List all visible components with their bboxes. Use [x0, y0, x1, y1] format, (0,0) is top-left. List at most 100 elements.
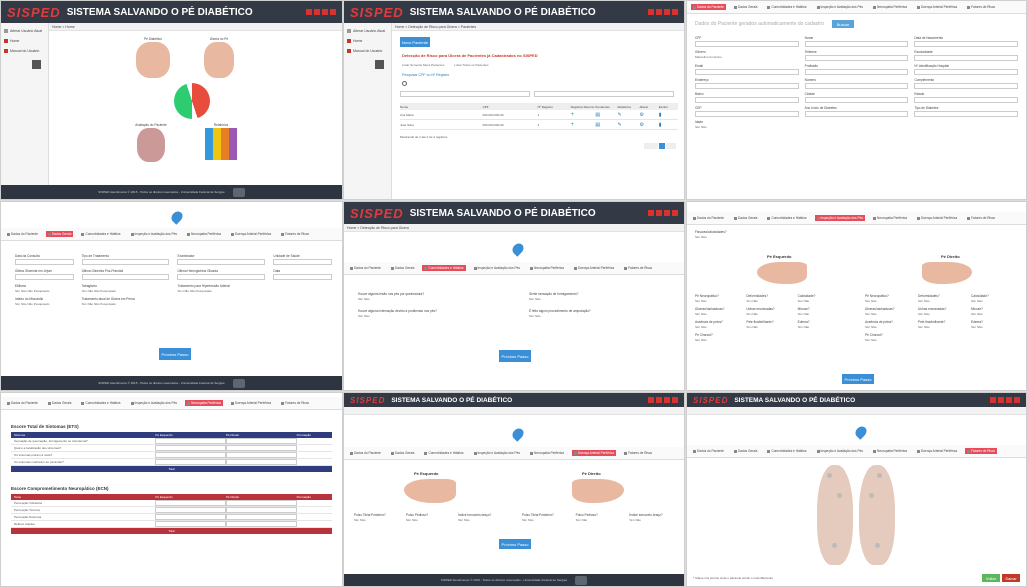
radio-no[interactable]: Não — [701, 235, 707, 239]
radio-yes[interactable]: Sim — [798, 312, 803, 316]
col-header[interactable]: Nome — [400, 105, 483, 109]
radio-no[interactable]: Não — [528, 518, 534, 522]
header-buttons[interactable] — [306, 9, 336, 15]
header-buttons[interactable] — [648, 397, 678, 403]
tab-patient[interactable]: Dados do Paciente — [5, 400, 40, 406]
radio-yes[interactable]: Sim — [798, 325, 803, 329]
radio-no[interactable]: Não — [924, 325, 930, 329]
radio-no[interactable]: Não — [977, 312, 983, 316]
radio-yes[interactable]: Sim — [865, 299, 870, 303]
plus-icon[interactable]: + — [571, 122, 596, 128]
next-step-button[interactable]: Próximo Passo — [499, 350, 531, 362]
left-score-select[interactable] — [155, 459, 226, 465]
complement-field[interactable] — [914, 83, 1018, 89]
radio-no[interactable]: Não — [464, 518, 470, 522]
cpf-field[interactable] — [695, 41, 799, 47]
left-score-select[interactable] — [155, 514, 226, 520]
sidebar-item-change-user[interactable]: Alterar Usuário Atual — [347, 27, 388, 34]
new-patient-button[interactable]: Novo Paciente — [400, 37, 430, 47]
header-buttons[interactable] — [648, 9, 678, 15]
home-card-avaliacao[interactable]: Avaliação do Paciente — [129, 123, 173, 162]
radio-yes[interactable]: Sim — [529, 297, 534, 301]
trash-icon[interactable]: ▮ — [659, 122, 678, 128]
table-row[interactable]: Ana Maria 000.000.000-00 1 + ▤ ✎ ⚙ ▮ — [400, 110, 678, 120]
tab-risk[interactable]: Fatores de Risco — [965, 215, 997, 221]
treatment-select[interactable] — [81, 259, 170, 265]
sidebar-item-home[interactable]: Home — [4, 37, 45, 44]
right-score-select[interactable] — [225, 514, 297, 520]
search-registro-input[interactable] — [534, 91, 674, 97]
back-button[interactable]: Voltar — [982, 574, 1000, 582]
cep-field[interactable] — [695, 111, 799, 117]
tab-arterial[interactable]: Doença Arterial Periférica — [915, 4, 959, 10]
date-field[interactable] — [273, 274, 332, 280]
radio-yes[interactable]: Sim — [629, 518, 634, 522]
radio-yes[interactable]: Sim — [15, 289, 20, 293]
sidebar-toggle[interactable] — [32, 60, 41, 69]
radio-no[interactable]: Não — [535, 297, 541, 301]
sidebar-item-manual[interactable]: Manual do Usuário — [347, 47, 388, 54]
left-sole-icon[interactable] — [817, 465, 853, 565]
tab-patient[interactable]: Dados do Paciente — [691, 4, 726, 10]
monofilament-point[interactable] — [837, 493, 842, 498]
refresh-icon[interactable] — [174, 83, 210, 119]
radio-yes[interactable]: Sim — [82, 289, 87, 293]
tab-neuropathy[interactable]: Neuropatia Periférica — [528, 450, 566, 456]
tab-risk[interactable]: Fatores de Risco — [965, 448, 998, 454]
tab-inspection[interactable]: Inspeção e Avaliação dos Pés — [129, 400, 179, 406]
radio-no[interactable]: Não — [924, 312, 930, 316]
right-score-select[interactable] — [225, 521, 297, 527]
radio-yes[interactable]: Sim — [695, 235, 700, 239]
right-sole-icon[interactable] — [859, 465, 895, 565]
tab-patient[interactable]: Dados do Paciente — [5, 231, 40, 237]
hospital-id-field[interactable] — [914, 69, 1018, 75]
tab-neuropathy[interactable]: Neuropatia Periférica — [871, 448, 909, 454]
radio-female[interactable]: Feminino — [709, 55, 721, 59]
radio-no[interactable]: Não — [871, 325, 877, 329]
radio-yes[interactable]: Sim — [695, 299, 700, 303]
monofilament-point[interactable] — [875, 543, 880, 548]
radio-no[interactable]: Não — [88, 289, 94, 293]
profession-field[interactable] — [804, 69, 909, 75]
search-button[interactable]: Buscar — [831, 20, 854, 28]
radio-yes[interactable]: Sim — [918, 312, 923, 316]
radio-yes[interactable]: Sim — [865, 312, 870, 316]
fasting-glucose-field[interactable] — [15, 274, 74, 280]
tab-general[interactable]: Dados Gerais — [389, 265, 417, 271]
diabetes-type-select[interactable] — [914, 111, 1018, 117]
right-score-select[interactable] — [225, 445, 297, 451]
home-card-relatorios[interactable]: Relatórios — [199, 123, 243, 160]
address-field[interactable] — [695, 83, 799, 89]
radio-no[interactable]: Não — [88, 302, 94, 306]
tab-comorbidities[interactable]: Comorbidades e Hábitos — [765, 215, 808, 221]
tab-neuropathy[interactable]: Neuropatia Periférica — [871, 4, 909, 10]
tab-patient[interactable]: Dados do Paciente — [691, 448, 726, 454]
left-score-select[interactable] — [155, 445, 226, 451]
radio-yes[interactable]: Sim — [406, 518, 411, 522]
tab-general[interactable]: Dados Gerais — [732, 448, 760, 454]
radio-yes[interactable]: Sim — [918, 325, 923, 329]
left-score-select[interactable] — [155, 507, 226, 513]
table-row[interactable]: José Silva 000.000.000-00 2 + ▤ ✎ ⚙ ▮ — [400, 120, 678, 130]
tab-arterial[interactable]: Doença Arterial Periférica — [915, 448, 959, 454]
state-field[interactable] — [914, 97, 1018, 103]
tab-arterial[interactable]: Doença Arterial Periférica — [572, 265, 616, 271]
radio-no[interactable]: Não — [360, 518, 366, 522]
right-score-select[interactable] — [225, 507, 297, 513]
radio-yes[interactable]: Sim — [695, 312, 700, 316]
radio-yes[interactable]: Sim — [746, 325, 751, 329]
radio-yes[interactable]: Sim — [354, 518, 359, 522]
radio-no[interactable]: Não — [635, 518, 641, 522]
header-buttons[interactable] — [990, 397, 1020, 403]
monofilament-point[interactable] — [877, 473, 882, 478]
radio-yes[interactable]: Sim — [358, 297, 363, 301]
radio-yes[interactable]: Sim — [865, 325, 870, 329]
radio-no[interactable]: Não — [804, 325, 810, 329]
tab-inspection[interactable]: Inspeção e Avaliação dos Pés — [815, 448, 865, 454]
radio-male[interactable]: Masculino — [695, 55, 709, 59]
tab-inspection[interactable]: Inspeção e Avaliação dos Pés — [814, 215, 866, 221]
education-select[interactable] — [914, 55, 1018, 61]
right-score-select[interactable] — [225, 438, 297, 444]
radio-no[interactable]: Não — [804, 312, 810, 316]
tab-patient[interactable]: Dados do Paciente — [348, 265, 383, 271]
